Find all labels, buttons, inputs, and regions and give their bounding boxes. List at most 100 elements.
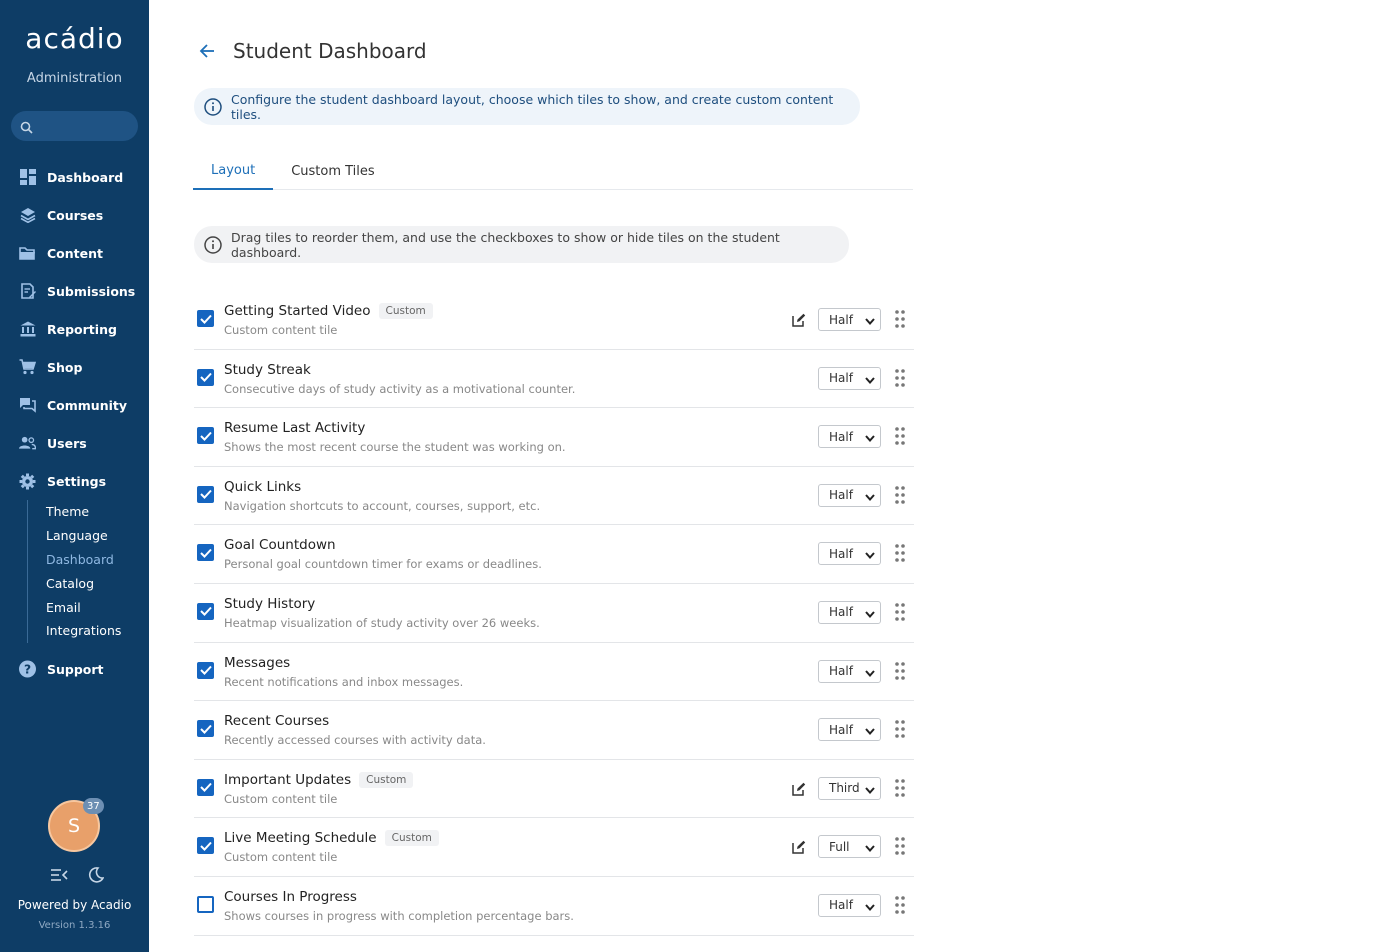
search-input[interactable]: [11, 111, 138, 141]
nav-item-community[interactable]: Community: [0, 386, 149, 424]
drag-handle-icon[interactable]: [895, 485, 905, 508]
submission-icon: [19, 283, 36, 300]
tab-layout[interactable]: Layout: [193, 153, 274, 190]
tile-size-select[interactable]: Half: [818, 542, 881, 566]
tile-size-value: Third: [829, 781, 860, 796]
check-icon: [199, 841, 212, 851]
nav-label: Shop: [47, 359, 83, 375]
tile-row[interactable]: Quick Links Navigation shortcuts to accou…: [194, 467, 914, 526]
edit-icon[interactable]: [792, 312, 806, 331]
chevron-down-icon: [865, 315, 875, 329]
drag-handle-icon[interactable]: [895, 837, 905, 859]
arrow-left-icon: [199, 44, 214, 58]
tile-row[interactable]: Live Meeting Schedule Custom Custom conten…: [194, 818, 914, 877]
tile-name: Recent Courses: [224, 713, 330, 730]
subnav-item-catalog[interactable]: Catalog: [28, 571, 149, 595]
nav-item-shop[interactable]: Shop: [0, 348, 149, 386]
folder-icon: [19, 245, 36, 262]
nav-item-courses[interactable]: Courses: [0, 196, 149, 234]
tile-size-select[interactable]: Full: [818, 835, 881, 859]
users-icon: [19, 435, 36, 452]
tile-description: Shows courses in progress with completio…: [224, 908, 574, 923]
chat-icon: [19, 397, 36, 414]
drag-handle-icon[interactable]: [895, 603, 905, 625]
tile-row[interactable]: Study Streak Consecutive days of study ac…: [194, 350, 914, 409]
tile-row[interactable]: Important Updates Custom Custom content ti…: [194, 760, 914, 819]
collapse-menu-icon[interactable]: [50, 867, 68, 887]
tile-visibility-checkbox[interactable]: [197, 368, 214, 386]
tile-row[interactable]: Messages Recent notifications and inbox m…: [194, 643, 914, 702]
tile-size-value: Half: [829, 488, 853, 503]
drag-handle-icon[interactable]: [895, 896, 905, 918]
nav-item-settings[interactable]: Settings: [0, 462, 149, 500]
check-icon: [199, 724, 212, 734]
tile-size-select[interactable]: Half: [818, 483, 881, 507]
tile-visibility-checkbox[interactable]: [197, 485, 214, 503]
chevron-down-icon: [865, 432, 875, 446]
tile-description: Recent notifications and inbox messages.: [224, 674, 464, 689]
drag-handle-icon[interactable]: [895, 544, 905, 566]
search-icon: [20, 119, 33, 138]
drag-handle-icon[interactable]: [895, 427, 905, 449]
tile-size-select[interactable]: Half: [818, 600, 881, 624]
subnav-item-email[interactable]: Email: [28, 595, 149, 619]
drag-handle-icon[interactable]: [895, 368, 905, 391]
edit-icon[interactable]: [792, 781, 806, 800]
tile-visibility-checkbox[interactable]: [197, 602, 214, 620]
tile-row[interactable]: Courses In Progress Shows courses in prog…: [194, 877, 914, 936]
tile-size-select[interactable]: Half: [818, 366, 881, 390]
tile-row[interactable]: Goal Countdown Personal goal countdown ti…: [194, 525, 914, 584]
tile-visibility-checkbox[interactable]: [197, 895, 214, 913]
tile-row[interactable]: Resume Last Activity Shows the most recen…: [194, 408, 914, 467]
brand-subtitle: Administration: [26, 71, 123, 86]
tile-size-select[interactable]: Half: [818, 893, 881, 917]
nav-item-dashboard[interactable]: Dashboard: [0, 158, 149, 196]
drag-handle-icon[interactable]: [895, 310, 905, 332]
tile-description: Consecutive days of study activity as a …: [224, 381, 576, 396]
subnav-item-dashboard[interactable]: Dashboard: [28, 548, 149, 572]
drag-handle-icon[interactable]: [895, 661, 905, 684]
subnav-item-integrations[interactable]: Integrations: [28, 619, 149, 643]
tile-visibility-checkbox[interactable]: [197, 310, 214, 327]
nav-item-support[interactable]: ? Support: [0, 650, 149, 688]
nav-item-content[interactable]: Content: [0, 234, 149, 272]
tab-custom-tiles[interactable]: Custom Tiles: [273, 153, 392, 190]
drag-handle-icon[interactable]: [895, 778, 905, 801]
tile-size-select[interactable]: Half: [818, 308, 881, 331]
tile-visibility-checkbox[interactable]: [197, 837, 214, 855]
sidebar-tools: [50, 867, 105, 887]
info-icon: [204, 97, 222, 116]
edit-icon[interactable]: [792, 839, 806, 858]
tile-visibility-checkbox[interactable]: [197, 661, 214, 679]
nav-item-reporting[interactable]: Reporting: [0, 310, 149, 348]
tile-visibility-checkbox[interactable]: [197, 720, 214, 738]
tile-visibility-checkbox[interactable]: [197, 778, 214, 796]
nav-label: Dashboard: [47, 169, 124, 185]
subnav-item-language[interactable]: Language: [28, 524, 149, 548]
chevron-down-icon: [865, 667, 875, 681]
tile-size-value: Half: [829, 312, 853, 327]
dark-mode-icon[interactable]: [88, 867, 105, 887]
nav-item-users[interactable]: Users: [0, 424, 149, 462]
custom-tag: Custom: [384, 830, 439, 847]
tile-visibility-checkbox[interactable]: [197, 427, 214, 445]
tile-size-value: Half: [829, 546, 853, 561]
nav-label: Community: [47, 397, 128, 413]
tile-size-select[interactable]: Third: [818, 776, 881, 800]
chevron-down-icon: [865, 491, 875, 505]
tile-size-select[interactable]: Half: [818, 425, 881, 449]
tile-size-value: Half: [829, 371, 853, 386]
drag-handle-icon[interactable]: [895, 720, 905, 742]
tile-row[interactable]: Study History Heatmap visualization of st…: [194, 584, 914, 643]
tile-row[interactable]: Recent Courses Recently accessed courses …: [194, 701, 914, 760]
nav-item-submissions[interactable]: Submissions: [0, 272, 149, 310]
tile-visibility-checkbox[interactable]: [197, 544, 214, 562]
subnav-item-theme[interactable]: Theme: [28, 500, 149, 524]
tile-name-wrap: Live Meeting Schedule Custom: [224, 830, 439, 847]
tile-size-select[interactable]: Half: [818, 659, 881, 683]
tile-size-value: Half: [829, 722, 853, 737]
tile-row[interactable]: Getting Started Video Custom Custom conten…: [194, 291, 914, 350]
brand-logo[interactable]: acádio: [0, 22, 149, 55]
tile-size-select[interactable]: Half: [818, 718, 881, 742]
back-button[interactable]: [194, 38, 220, 64]
